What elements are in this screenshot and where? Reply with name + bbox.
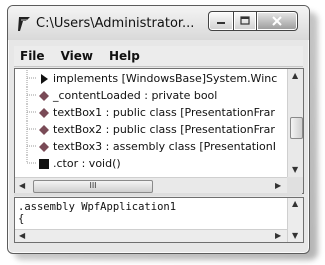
tree-row[interactable]: textBox3 : assembly class [PresentationI [15,138,285,155]
close-icon [272,16,282,26]
scroll-right-arrow-icon[interactable]: ▶ [275,181,281,190]
caption-buttons [208,11,298,33]
tree-connector [26,138,37,155]
code-view[interactable]: .assembly WpfApplication1 { ▲ ▼ ◀ ▶ [14,197,304,243]
scroll-left-arrow-icon[interactable]: ◀ [19,231,25,240]
field-diamond-icon [39,108,49,118]
code-line: .assembly WpfApplication1 [18,201,177,213]
maximize-button[interactable] [234,11,257,31]
tree-row-label: .ctor : void() [53,157,121,170]
tree-connector [26,87,37,104]
tree-row[interactable]: .ctor : void() [15,155,285,172]
close-button[interactable] [257,11,298,31]
menu-file[interactable]: File [20,49,45,63]
app-icon [18,17,30,31]
black-triangle-icon [41,74,48,84]
field-diamond-icon [39,91,49,101]
code-line: { [18,213,25,225]
tree-horizontal-scroll-thumb[interactable]: III [33,180,153,193]
tree-connector [26,121,37,138]
tree-row-label: textBox3 : assembly class [PresentationI [53,140,277,153]
scroll-up-arrow-icon[interactable]: ▲ [292,199,298,208]
tree-row-label: implements [WindowsBase]System.Winc [53,72,278,85]
tree-connector [26,104,37,121]
scrollbar-corner [287,177,303,193]
minimize-icon [217,22,225,24]
menu-help[interactable]: Help [109,49,140,63]
tree-row[interactable]: implements [WindowsBase]System.Winc [15,70,285,87]
ildasm-window: C:\Users\Administrator... File View Help… [7,5,310,254]
menu-bar: File View Help [14,46,303,67]
window-title: C:\Users\Administrator... [36,16,195,31]
menu-view[interactable]: View [61,49,93,63]
tree-row[interactable]: textBox1 : public class [PresentationFra… [15,104,285,121]
scroll-right-arrow-icon[interactable]: ▶ [275,231,281,240]
tree-row-label: textBox1 : public class [PresentationFra… [53,106,275,119]
tree-row[interactable]: textBox2 : public class [PresentationFra… [15,121,285,138]
title-bar[interactable]: C:\Users\Administrator... [8,6,309,40]
tree-row[interactable]: _contentLoaded : private bool [15,87,285,104]
field-diamond-icon [39,142,49,152]
pane-splitter[interactable] [14,193,302,196]
maximize-icon [240,16,250,25]
code-horizontal-scrollbar[interactable]: ◀ ▶ [15,229,287,242]
scroll-left-arrow-icon[interactable]: ◀ [19,181,25,190]
scroll-down-arrow-icon[interactable]: ▼ [292,165,298,174]
tree-vertical-scrollbar[interactable]: ▲ ▼ [287,69,303,177]
tree-row-label: _contentLoaded : private bool [53,89,218,102]
tree-vertical-scroll-thumb[interactable] [290,117,303,139]
minimize-button[interactable] [208,11,234,31]
tree-row-label: textBox2 : public class [PresentationFra… [53,123,275,136]
scroll-up-arrow-icon[interactable]: ▲ [292,71,298,80]
tree-horizontal-scrollbar[interactable]: ◀ III ▶ [15,177,287,193]
tree-connector [26,70,37,87]
tree-view[interactable]: implements [WindowsBase]System.Winc _con… [14,68,304,194]
field-diamond-icon [39,125,49,135]
method-square-icon [39,159,49,169]
code-vertical-scrollbar[interactable]: ▲ ▼ [287,198,303,242]
tree-connector [26,155,37,164]
scroll-down-arrow-icon[interactable]: ▼ [292,231,298,240]
